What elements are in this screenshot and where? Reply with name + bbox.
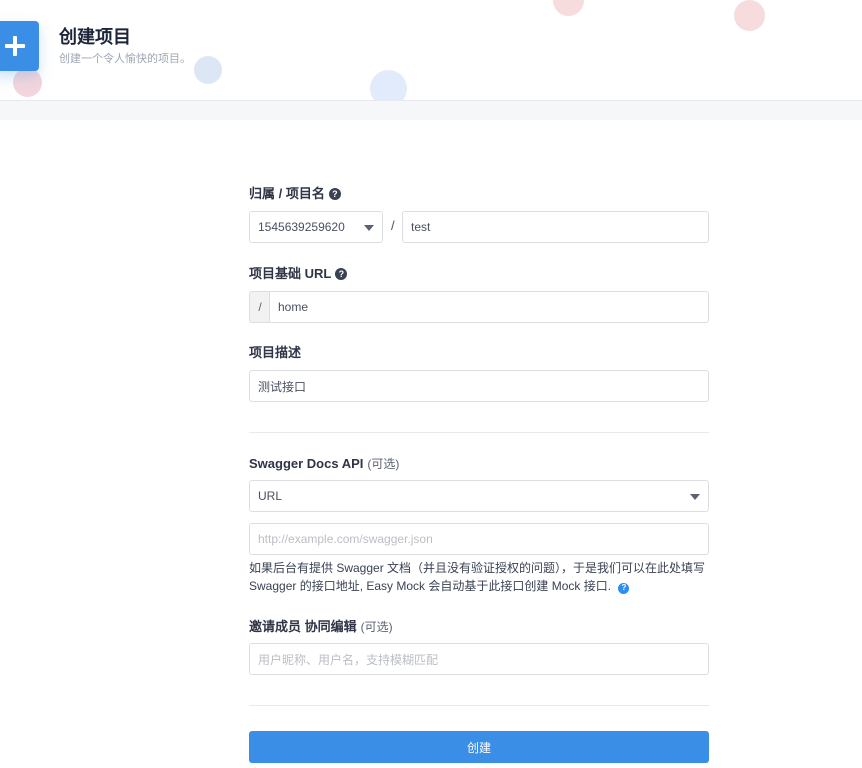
question-circle-icon[interactable]: ? [618,582,630,594]
decorative-bubble [194,56,222,84]
swagger-label: Swagger Docs API (可选) [249,456,399,472]
swagger-label-text: Swagger Docs API [249,456,364,471]
description-label-text: 项目描述 [249,345,302,360]
swagger-url-placeholder: http://example.com/swagger.json [258,532,433,546]
decorative-bubble [13,68,42,97]
base-url-prefix: / [249,291,270,323]
section-divider [249,705,709,706]
question-circle-icon[interactable]: ? [335,268,348,280]
swagger-hint-text: 如果后台有提供 Swagger 文档（并且没有验证授权的问题），于是我们可以在此… [249,561,706,593]
page-title: 创建项目 [59,27,131,47]
members-placeholder: 用户昵称、用户名，支持模糊匹配 [258,652,439,667]
members-label-text: 邀请成员 协同编辑 [249,619,357,634]
base-url-label: 项目基础 URL ? [249,266,348,282]
swagger-type-value: URL [258,489,283,503]
swagger-url-input[interactable]: http://example.com/swagger.json [249,523,709,555]
owner-project-label: 归属 / 项目名 ? [249,186,341,202]
members-input[interactable]: 用户昵称、用户名，支持模糊匹配 [249,643,709,675]
base-url-label-text: 项目基础 URL [249,266,332,281]
decorative-bubble [370,70,407,100]
owner-select[interactable]: 1545639259620 [249,211,383,243]
project-name-value: test [411,220,431,234]
owner-project-separator: / [391,218,395,233]
caret-down-icon [364,225,374,231]
members-label: 邀请成员 协同编辑 (可选) [249,619,393,635]
page-subtitle: 创建一个令人愉快的项目。 [59,53,191,65]
description-input[interactable]: 测试接口 [249,370,709,402]
swagger-optional-text: (可选) [367,457,400,471]
decorative-bubble [734,0,765,31]
members-optional-text: (可选) [360,620,393,634]
plus-icon [0,21,39,71]
decorative-bubble [553,0,584,16]
description-value: 测试接口 [258,379,307,394]
swagger-type-select[interactable]: URL [249,480,709,512]
owner-select-value: 1545639259620 [258,220,345,234]
create-button[interactable]: 创建 [249,731,709,763]
description-label: 项目描述 [249,345,301,361]
caret-down-icon [690,494,700,500]
question-circle-icon[interactable]: ? [328,188,341,200]
base-url-input[interactable]: home [269,291,709,323]
header-band [0,101,862,120]
swagger-hint: 如果后台有提供 Swagger 文档（并且没有验证授权的问题），于是我们可以在此… [249,559,711,595]
base-url-value: home [278,300,309,314]
section-divider [249,432,709,433]
owner-project-label-text: 归属 / 项目名 [249,186,325,201]
page-header: 创建项目 创建一个令人愉快的项目。 [0,0,862,101]
project-name-input[interactable]: test [402,211,709,243]
